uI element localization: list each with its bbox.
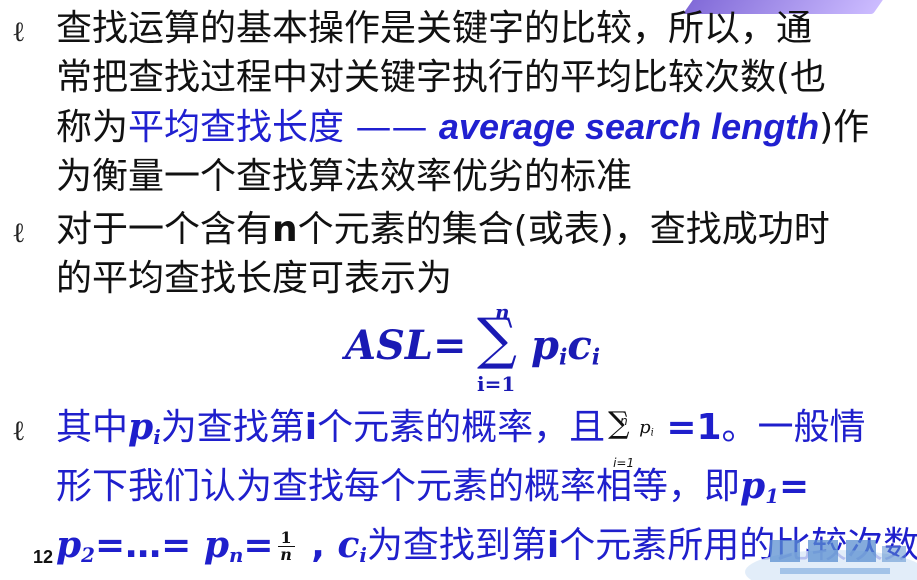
var-p: pi — [128, 406, 161, 449]
paragraph-1-line-1: 查找运算的基本操作是关键字的比较，所以，通 — [56, 8, 813, 49]
page-number: 12 — [33, 547, 54, 567]
inline-summation: n ∑ i=1 — [605, 403, 639, 471]
asl-label: ASL — [345, 322, 434, 369]
sum-term: pici — [531, 322, 600, 371]
p-letter: p — [639, 417, 651, 438]
var-p1: p1 — [740, 464, 779, 508]
var-i: i — [304, 407, 318, 448]
text-segment: 。一般情 — [721, 407, 866, 448]
var-pn: pn — [203, 523, 244, 567]
subscript-i: i — [153, 424, 161, 449]
comma: , — [298, 524, 338, 566]
paragraph-1-line-4: 为衡量一个查找算法效率优劣的标准 — [56, 156, 633, 197]
equals-sign: = — [243, 524, 274, 566]
paragraph-1-line-2: 常把查找过程中对关键字执行的平均比较次数(也 — [56, 57, 827, 98]
bullet-icon: ℓ — [12, 414, 26, 447]
bullet-icon: ℓ — [12, 216, 26, 249]
var-ci: ci — [337, 523, 367, 567]
variable-n: n — [272, 209, 298, 250]
paragraph-3-line-2: 形下我们认为查找每个元素的概率相等，即p1= — [56, 462, 907, 521]
equals-sign: = — [433, 322, 467, 369]
ellipsis: =…= — [94, 524, 204, 566]
term-chinese: 平均查找长度 —— — [128, 107, 439, 148]
text-segment: 对于一个含有 — [56, 209, 273, 250]
subscript-2: 2 — [81, 542, 95, 567]
text-segment: 形下我们认为查找每个元素的概率相等，即 — [56, 465, 741, 507]
summation-symbol: ∑ — [608, 406, 630, 441]
subscript-i: i — [359, 542, 367, 567]
p-letter: p — [56, 523, 82, 566]
paragraph-2-line-2: 的平均查找长度可表示为 — [56, 258, 453, 299]
p-letter: p — [128, 406, 154, 448]
equals-sign: = — [778, 465, 810, 507]
paragraph-1-line-3: 称为平均查找长度 —— average search length)作 — [56, 102, 907, 152]
fraction-one-over-n: 1n — [277, 530, 295, 565]
term-p: p — [531, 322, 559, 369]
bullet-icon: ℓ — [12, 15, 26, 48]
var-p2: p2 — [56, 523, 95, 567]
c-letter: c — [337, 523, 360, 566]
text-segment: 个元素的集合(或表)，查找成功时 — [297, 209, 830, 250]
text-segment: 其中 — [56, 407, 129, 448]
p-letter: p — [203, 523, 229, 566]
paragraph-2-line-1: 对于一个含有n个元素的集合(或表)，查找成功时 — [56, 205, 907, 254]
inline-pi: pi — [639, 417, 654, 438]
subscript-i: i — [591, 344, 601, 371]
term-c: c — [567, 322, 592, 369]
sum-lower: i=1 — [613, 456, 635, 470]
p-letter: p — [740, 464, 766, 507]
subscript-1: 1 — [765, 483, 779, 508]
line3-prefix: 称为 — [56, 107, 129, 148]
university-logo — [745, 540, 917, 580]
subscript-n: n — [228, 542, 244, 567]
equals-one: =1 — [653, 407, 722, 448]
paragraph-3: 其中pi为查找第i个元素的概率，且 n ∑ i=1 pi =1。一般情 形下我们认为查找… — [56, 403, 917, 567]
text-segment: 为查找到第 — [366, 524, 547, 566]
sum-lower-limit: i=1 — [477, 372, 516, 396]
var-i: i — [546, 524, 560, 566]
paragraph-3-line-1: 其中pi为查找第i个元素的概率，且 n ∑ i=1 pi =1。一般情 — [56, 403, 907, 471]
text-segment: 为查找第 — [160, 407, 305, 448]
term-english: average search length — [438, 106, 820, 147]
text-segment: 个元素的概率，且 — [317, 407, 606, 448]
paragraph-2: 对于一个含有n个元素的集合(或表)，查找成功时 的平均查找长度可表示为 — [56, 205, 907, 303]
paragraph-1: 查找运算的基本操作是关键字的比较，所以，通 常把查找过程中对关键字执行的平均比较… — [56, 4, 907, 200]
summation-symbol: ∑ — [477, 307, 517, 372]
formula-lhs: ASL= — [345, 322, 467, 369]
asl-formula: ASL= n ∑ i=1 pici — [345, 300, 605, 400]
line3-suffix: )作 — [819, 107, 870, 148]
fraction-denominator: n — [280, 545, 292, 565]
